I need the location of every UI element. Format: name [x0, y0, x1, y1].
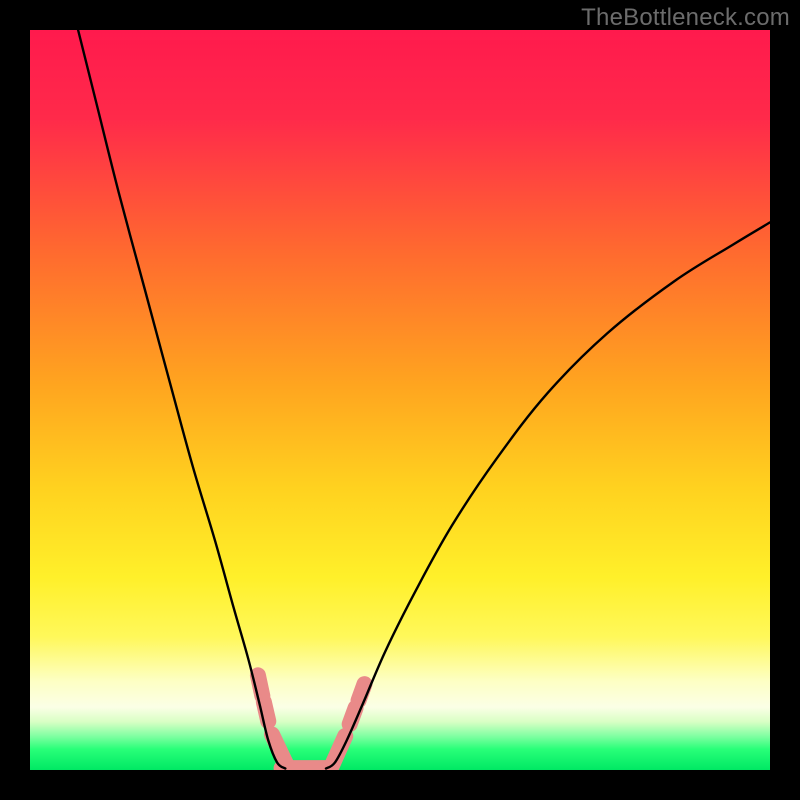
chart-svg — [30, 30, 770, 770]
marker-right-2 — [359, 684, 365, 700]
marker-left-1 — [264, 702, 268, 721]
marker-left-0 — [258, 675, 262, 696]
watermark-text: TheBottleneck.com — [581, 4, 790, 32]
plot-area — [30, 30, 770, 770]
gradient-background — [30, 30, 770, 770]
chart-frame: TheBottleneck.com — [0, 0, 800, 800]
